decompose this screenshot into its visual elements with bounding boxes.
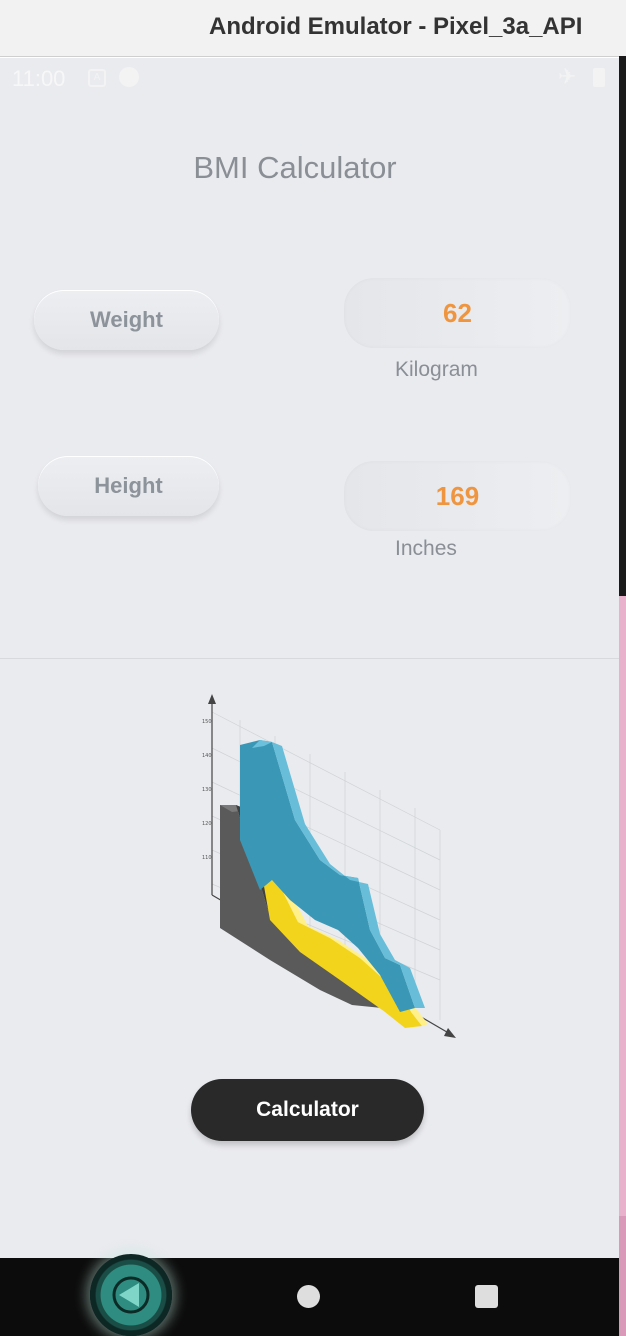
desktop-background-edge xyxy=(619,56,626,1336)
status-bar: 11:00 A ✈ xyxy=(0,58,619,98)
back-icon[interactable] xyxy=(90,1254,172,1336)
window-title: Android Emulator - Pixel_3a_API xyxy=(209,13,583,40)
svg-text:150: 150 xyxy=(202,719,212,725)
home-icon[interactable] xyxy=(297,1285,320,1308)
system-nav-bar xyxy=(0,1254,619,1336)
weight-unit-label: Kilogram xyxy=(395,358,478,381)
a-icon: A xyxy=(88,69,106,87)
svg-text:140: 140 xyxy=(202,753,212,759)
battery-icon xyxy=(593,68,605,87)
recents-icon[interactable] xyxy=(475,1285,498,1308)
calculate-button[interactable]: Calculator xyxy=(191,1079,424,1141)
chart-illustration: 150 140 130 120 110 xyxy=(202,694,456,1038)
svg-text:110: 110 xyxy=(202,855,212,861)
svg-text:120: 120 xyxy=(202,821,212,827)
weight-button[interactable]: Weight xyxy=(34,290,219,350)
height-unit-label: Inches xyxy=(395,537,457,560)
device-screen: 11:00 A ✈ BMI Calculator Weight 62 Kilog… xyxy=(0,58,619,1258)
p-icon xyxy=(119,67,139,87)
weight-input[interactable]: 62 xyxy=(344,278,571,348)
section-divider xyxy=(0,658,619,659)
height-input[interactable]: 169 xyxy=(344,461,571,531)
height-button[interactable]: Height xyxy=(38,456,219,516)
page-title: BMI Calculator xyxy=(193,150,397,185)
emulator-titlebar: Android Emulator - Pixel_3a_API xyxy=(0,0,626,57)
airplane-icon: ✈ xyxy=(558,64,577,89)
status-time: 11:00 xyxy=(12,66,66,91)
svg-text:130: 130 xyxy=(202,787,212,793)
